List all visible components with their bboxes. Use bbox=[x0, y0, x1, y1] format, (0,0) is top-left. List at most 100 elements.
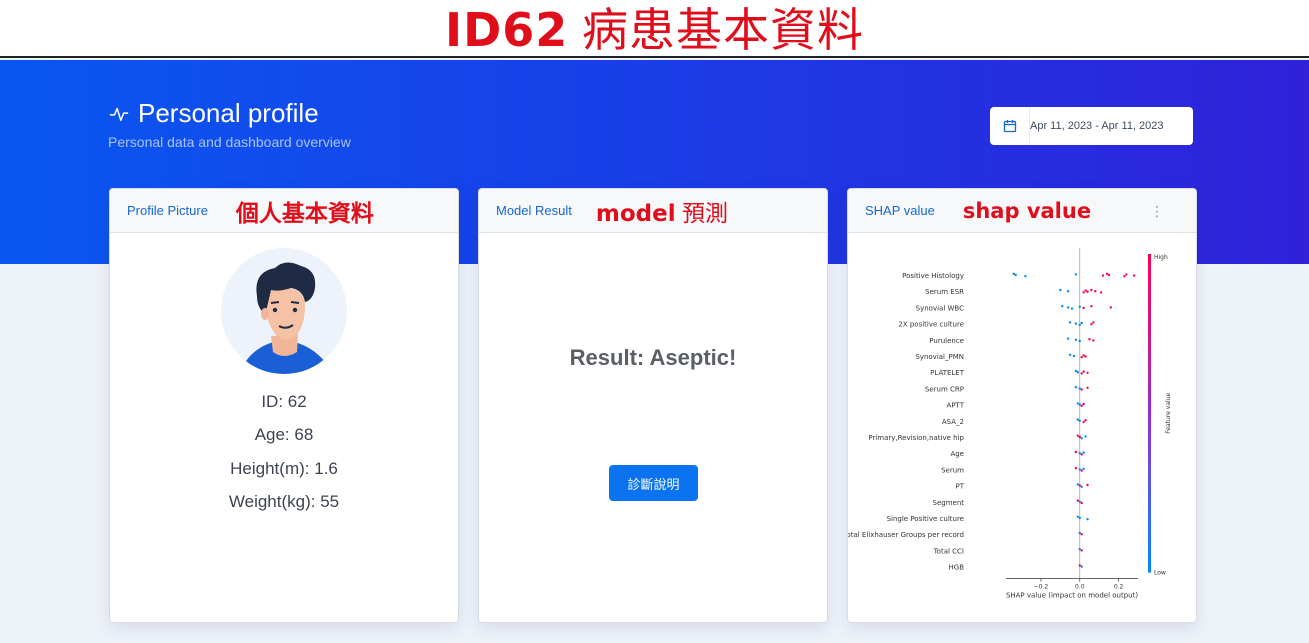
shap-point bbox=[1132, 274, 1136, 277]
shap-point bbox=[1082, 467, 1085, 470]
shap-point bbox=[1086, 290, 1089, 293]
x-tick-label: 0.0 bbox=[1075, 584, 1085, 591]
shap-point bbox=[1074, 467, 1078, 470]
shap-point bbox=[1082, 370, 1085, 373]
shap-point bbox=[1074, 450, 1078, 454]
shap-point bbox=[1078, 516, 1081, 520]
shap-point bbox=[1099, 291, 1103, 294]
model-annotation-en: model bbox=[595, 200, 676, 227]
shap-point bbox=[1066, 306, 1070, 309]
shap-point bbox=[1078, 323, 1081, 326]
shap-point bbox=[1080, 485, 1083, 488]
shap-point bbox=[1084, 419, 1087, 422]
shap-point bbox=[1024, 275, 1027, 278]
shap-point bbox=[1092, 339, 1095, 342]
avatar bbox=[221, 248, 347, 374]
shap-point bbox=[1082, 402, 1085, 406]
date-range-picker[interactable]: Apr 11, 2023 - Apr 11, 2023 bbox=[990, 107, 1193, 145]
shap-point bbox=[1090, 323, 1093, 326]
shap-point bbox=[1082, 451, 1085, 454]
shap-point bbox=[1109, 306, 1113, 309]
calendar-icon[interactable] bbox=[990, 107, 1030, 145]
shap-point bbox=[1080, 388, 1083, 391]
feature-label: HGB bbox=[949, 564, 965, 572]
page-subtitle: Personal data and dashboard overview bbox=[108, 134, 351, 150]
shap-point bbox=[1090, 288, 1093, 292]
shap-point bbox=[1086, 518, 1089, 521]
feature-label: Synovial_PMN bbox=[915, 353, 964, 361]
shap-point bbox=[1068, 353, 1072, 356]
shap-point bbox=[1080, 356, 1083, 359]
patient-height: Height(m): 1.6 bbox=[230, 459, 338, 478]
shap-summary-plot: Positive Histology Serum ESR Synovial WBC 2… bbox=[848, 248, 1172, 600]
shap-point bbox=[1082, 306, 1085, 310]
shap-point bbox=[1059, 288, 1062, 292]
shap-card-annotation: shap value bbox=[962, 198, 1092, 223]
feature-label: Serum ESR bbox=[925, 288, 964, 296]
banner-title: ID62 病患基本資料 bbox=[445, 4, 864, 56]
feature-label: Serum bbox=[941, 466, 964, 474]
shap-point bbox=[1080, 321, 1083, 325]
shap-point bbox=[1080, 501, 1083, 505]
shap-point bbox=[1070, 307, 1074, 310]
shap-card-header: SHAP value shap value ⋮ bbox=[848, 189, 1196, 233]
model-annotation-zh: 預測 bbox=[681, 199, 728, 226]
shap-point bbox=[1088, 338, 1091, 341]
page-title: Personal profile bbox=[108, 98, 319, 129]
vertical-dots-icon[interactable]: ⋮ bbox=[1150, 203, 1164, 220]
shap-point bbox=[1080, 453, 1083, 456]
shap-point bbox=[1061, 305, 1064, 308]
shap-point bbox=[1107, 273, 1111, 277]
shap-point bbox=[1080, 469, 1083, 472]
x-axis-label: SHAP value (impact on model output) bbox=[1006, 592, 1138, 600]
shap-point bbox=[1084, 355, 1087, 358]
shap-point bbox=[1078, 305, 1081, 308]
colorbar-high-label: High bbox=[1154, 254, 1168, 261]
shap-point bbox=[1078, 339, 1081, 343]
colorbar-low-label: Low bbox=[1154, 570, 1166, 577]
shap-point bbox=[1066, 337, 1070, 340]
shap-point bbox=[1082, 291, 1085, 294]
date-range-text[interactable]: Apr 11, 2023 - Apr 11, 2023 bbox=[1030, 120, 1164, 132]
shap-point bbox=[1092, 321, 1095, 324]
shap-point bbox=[1080, 549, 1083, 552]
shap-card-title: SHAP value bbox=[865, 203, 935, 218]
shap-point bbox=[1084, 435, 1087, 438]
feature-label: Synovial WBC bbox=[916, 304, 964, 312]
feature-label: Single Positive culture bbox=[887, 515, 964, 523]
shap-point bbox=[1078, 419, 1081, 422]
shap-point bbox=[1074, 273, 1078, 276]
shap-point bbox=[1014, 273, 1017, 277]
shap-card: SHAP value shap value ⋮ Positive Histolo… bbox=[847, 188, 1197, 623]
shap-point bbox=[1080, 565, 1083, 568]
banner-id: ID62 bbox=[444, 3, 569, 57]
result-text: Result: Aseptic! bbox=[569, 345, 737, 370]
model-card-annotation: model 預測 bbox=[596, 194, 728, 228]
shap-point bbox=[1101, 274, 1105, 277]
x-tick-label: −0.2 bbox=[1034, 584, 1049, 591]
avatar-illustration bbox=[221, 248, 347, 374]
patient-weight: Weight(kg): 55 bbox=[228, 492, 340, 511]
shap-point bbox=[1080, 437, 1083, 440]
feature-label: Serum CRP bbox=[925, 385, 964, 393]
patient-id: ID: 62 bbox=[261, 392, 307, 411]
model-card-header: Model Result model 預測 bbox=[479, 189, 827, 233]
feature-label: 2X positive culture bbox=[898, 321, 964, 329]
feature-label: Positive Histology bbox=[902, 272, 964, 280]
profile-card-title: Profile Picture bbox=[127, 203, 208, 218]
diagnosis-explanation-button[interactable]: 診斷說明 bbox=[609, 465, 698, 501]
shap-point bbox=[1080, 372, 1083, 375]
shap-point bbox=[1123, 275, 1126, 278]
feature-label: Total Elixhauser Groups per record bbox=[848, 531, 964, 539]
feature-label: Total CCI bbox=[933, 547, 964, 555]
shap-point bbox=[1072, 354, 1076, 358]
colorbar bbox=[1148, 254, 1151, 573]
feature-label: PLATELET bbox=[930, 369, 965, 377]
feature-label: PT bbox=[956, 483, 965, 491]
pulse-icon bbox=[109, 107, 129, 121]
feature-label: Age bbox=[950, 450, 964, 458]
feature-label: Primary,Revision,native hip bbox=[868, 434, 964, 442]
shap-point bbox=[1066, 290, 1070, 293]
profile-card-header: Profile Picture 個人基本資料 bbox=[110, 189, 458, 233]
feature-label: ASA_2 bbox=[942, 418, 964, 426]
